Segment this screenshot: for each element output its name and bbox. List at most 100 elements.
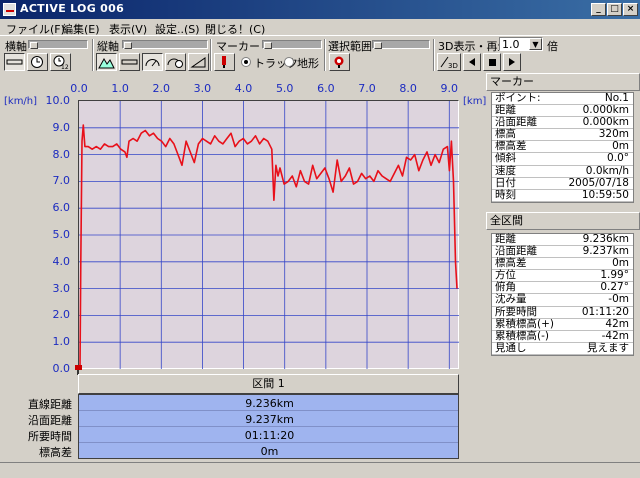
speed-chart[interactable] bbox=[79, 101, 459, 369]
y-slope-button[interactable] bbox=[188, 53, 209, 71]
info-value: 0.0° bbox=[607, 152, 629, 165]
info-value: 0.000km bbox=[582, 116, 629, 129]
toolbar-separator bbox=[433, 39, 435, 71]
y-axis-unit: [km/h] bbox=[4, 96, 38, 107]
info-value: 0.27° bbox=[600, 281, 629, 294]
close-button[interactable]: × bbox=[623, 3, 638, 16]
info-row: 見通し 見えます bbox=[492, 341, 633, 355]
y-axis-slider[interactable] bbox=[122, 40, 208, 49]
info-value: 0.000km bbox=[582, 104, 629, 117]
x-tick-label: 5.0 bbox=[275, 82, 294, 95]
selection-label: 選択範囲 bbox=[328, 40, 372, 53]
segment-header[interactable]: 区間 1 bbox=[78, 374, 459, 394]
x-axis-unit: [km] bbox=[463, 96, 487, 107]
y-tick-label: 10.0 bbox=[45, 94, 71, 107]
row-divider bbox=[79, 410, 458, 411]
play-button[interactable] bbox=[503, 53, 521, 71]
total-panel-title: 全区間 bbox=[486, 212, 640, 230]
row-divider bbox=[79, 426, 458, 427]
clock-icon bbox=[31, 56, 43, 68]
x-time-12-button[interactable]: 12h bbox=[50, 53, 71, 71]
segment-value-duration: 01:11:20 bbox=[244, 429, 295, 442]
marker-pin-icon bbox=[222, 56, 226, 68]
status-bar bbox=[0, 462, 640, 478]
info-key: 方位 bbox=[495, 269, 516, 282]
slope-icon bbox=[190, 57, 206, 68]
y-tick-label: 4.0 bbox=[52, 254, 71, 268]
info-row: 傾斜 0.0° bbox=[492, 152, 633, 166]
play-reverse-icon bbox=[469, 58, 475, 66]
info-row: 沈み量 -0m bbox=[492, 293, 633, 307]
y-tick-label: 2.0 bbox=[52, 308, 71, 322]
threed-view-button[interactable]: 3D bbox=[437, 53, 461, 71]
selection-slider[interactable] bbox=[372, 40, 430, 49]
info-key: 標高 bbox=[495, 128, 516, 141]
stop-button[interactable] bbox=[483, 53, 501, 71]
svg-text:3D: 3D bbox=[448, 62, 458, 69]
selection-pin-icon bbox=[334, 56, 344, 68]
menu-close[interactable]: 閉じる！(C) bbox=[205, 21, 265, 37]
info-key: 沈み量 bbox=[495, 293, 527, 306]
radio-track[interactable] bbox=[241, 57, 251, 67]
menu-view[interactable]: 表示(V) bbox=[109, 21, 147, 37]
speed-unit: 倍 bbox=[547, 40, 558, 53]
info-key: 見通し bbox=[495, 341, 527, 354]
speed-select[interactable]: 1.0 ▼ bbox=[499, 37, 543, 51]
info-value: 2005/07/18 bbox=[568, 176, 629, 189]
toolbar-separator bbox=[92, 39, 94, 71]
ruler-icon bbox=[6, 59, 23, 65]
minimize-button[interactable]: _ bbox=[591, 3, 606, 16]
x-axis-slider[interactable] bbox=[28, 40, 88, 49]
speed-series-line bbox=[79, 124, 458, 369]
y-tick-label: 9.0 bbox=[52, 120, 71, 134]
x-time-button[interactable] bbox=[27, 53, 48, 71]
info-key: 標高差 bbox=[495, 140, 527, 153]
x-distance-button[interactable] bbox=[4, 53, 25, 71]
speed-select-value: 1.0 bbox=[502, 38, 520, 51]
info-row: 累積標高(+) 42m bbox=[492, 318, 633, 331]
marker-info-table: ポイント: No.1 距離 0.000km 沿面距離 0.000km 標高 320m 標高差 0m… bbox=[491, 92, 634, 203]
info-key: 距離 bbox=[495, 233, 516, 245]
info-key: 沿面距離 bbox=[495, 116, 537, 129]
play-reverse-button[interactable] bbox=[463, 53, 481, 71]
speedometer-icon bbox=[145, 59, 160, 67]
radio-terrain[interactable] bbox=[284, 57, 294, 67]
y-tick-label: 1.0 bbox=[52, 335, 71, 349]
window-title: ACTIVE LOG 006 bbox=[20, 2, 125, 15]
selection-button[interactable] bbox=[329, 53, 350, 71]
speedometer-clock-icon bbox=[167, 58, 183, 68]
y-speed-time-button[interactable] bbox=[165, 53, 186, 71]
y-altitude-button[interactable] bbox=[96, 53, 117, 71]
ruler-icon bbox=[121, 59, 138, 65]
menu-settings[interactable]: 設定..(S) bbox=[155, 21, 200, 37]
title-bar[interactable]: ACTIVE LOG 006 _ □ × bbox=[0, 0, 640, 19]
x-tick-label: 3.0 bbox=[193, 82, 212, 95]
y-axis-label: 縦軸 bbox=[97, 40, 119, 53]
y-tick-label: 0.0 bbox=[52, 362, 71, 375]
x-tick-label: 8.0 bbox=[399, 82, 417, 95]
x-tick-label: 6.0 bbox=[317, 82, 335, 95]
x-tick-label: 4.0 bbox=[234, 82, 253, 95]
info-value: -0m bbox=[608, 293, 629, 306]
info-key: 速度 bbox=[495, 164, 516, 177]
maximize-button[interactable]: □ bbox=[607, 3, 622, 16]
info-value: 0.0km/h bbox=[585, 164, 629, 177]
info-value: 1.99° bbox=[600, 269, 629, 282]
menu-edit[interactable]: 編集(E) bbox=[62, 21, 100, 37]
menu-file[interactable]: ファイル(F) bbox=[6, 21, 65, 37]
info-key: 距離 bbox=[495, 104, 516, 117]
chevron-down-icon[interactable]: ▼ bbox=[529, 38, 542, 50]
segment-label-duration: 所要時間 bbox=[28, 430, 72, 443]
x-tick-label: 7.0 bbox=[358, 82, 376, 95]
toolbar: 横軸 12h 縦軸 マーカー トラック 地形 選択範囲 3D表示・再生 1. bbox=[0, 37, 640, 71]
y-speed-button[interactable] bbox=[142, 53, 163, 71]
app-icon[interactable] bbox=[3, 3, 16, 16]
info-key: 俯角 bbox=[495, 281, 516, 294]
marker-panel-title: マーカー bbox=[486, 73, 640, 91]
y-distance-button[interactable] bbox=[119, 53, 140, 71]
marker-label: マーカー bbox=[216, 40, 260, 53]
marker-button[interactable] bbox=[214, 53, 235, 71]
marker-slider[interactable] bbox=[262, 40, 322, 49]
y-tick-label: 5.0 bbox=[52, 228, 71, 241]
x-axis-label: 横軸 bbox=[5, 40, 27, 53]
